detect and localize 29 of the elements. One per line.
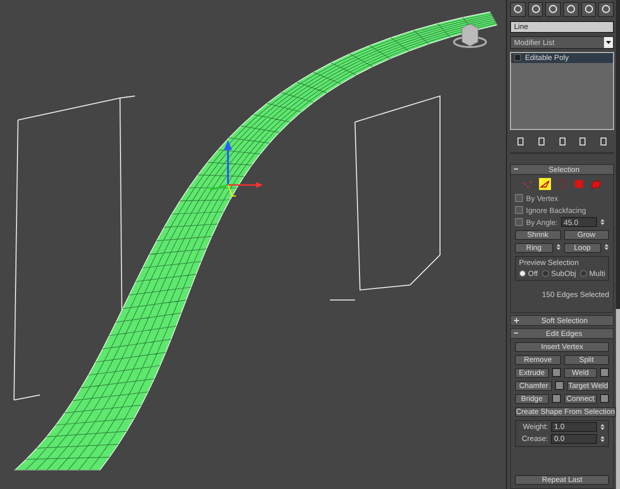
checkbox[interactable] xyxy=(515,194,523,202)
scrollbar[interactable] xyxy=(616,0,620,489)
settings-icon[interactable] xyxy=(600,394,610,403)
spinner-arrows-icon[interactable] xyxy=(556,242,561,251)
radio-button[interactable] xyxy=(519,270,526,277)
minus-icon[interactable] xyxy=(514,168,518,170)
view-cube-icon xyxy=(453,24,487,48)
settings-icon[interactable] xyxy=(552,368,561,377)
triangle-edge-icon xyxy=(540,180,550,188)
radio-button[interactable] xyxy=(542,270,550,277)
cube-icon xyxy=(592,181,600,189)
settings-icon[interactable] xyxy=(600,368,610,377)
ring-icon xyxy=(558,180,567,189)
checkbox[interactable] xyxy=(515,206,523,214)
transform-gizmo-icon xyxy=(210,140,263,196)
settings-icon[interactable] xyxy=(552,394,561,403)
spinner-arrows-icon[interactable] xyxy=(600,218,605,226)
spinner-arrows-icon[interactable] xyxy=(600,422,606,431)
caret-icon xyxy=(606,40,612,44)
spinner-arrows-icon[interactable] xyxy=(604,242,610,251)
vertex-dots-icon xyxy=(524,181,532,188)
settings-icon[interactable] xyxy=(555,380,564,390)
minus-icon[interactable] xyxy=(514,332,518,334)
plus-icon[interactable] xyxy=(514,318,519,323)
square-icon xyxy=(575,180,584,188)
spinner-arrows-icon[interactable] xyxy=(600,434,606,443)
checkbox[interactable] xyxy=(515,218,523,226)
subobject-level-button[interactable] xyxy=(539,178,552,190)
radio-button[interactable] xyxy=(580,270,588,277)
